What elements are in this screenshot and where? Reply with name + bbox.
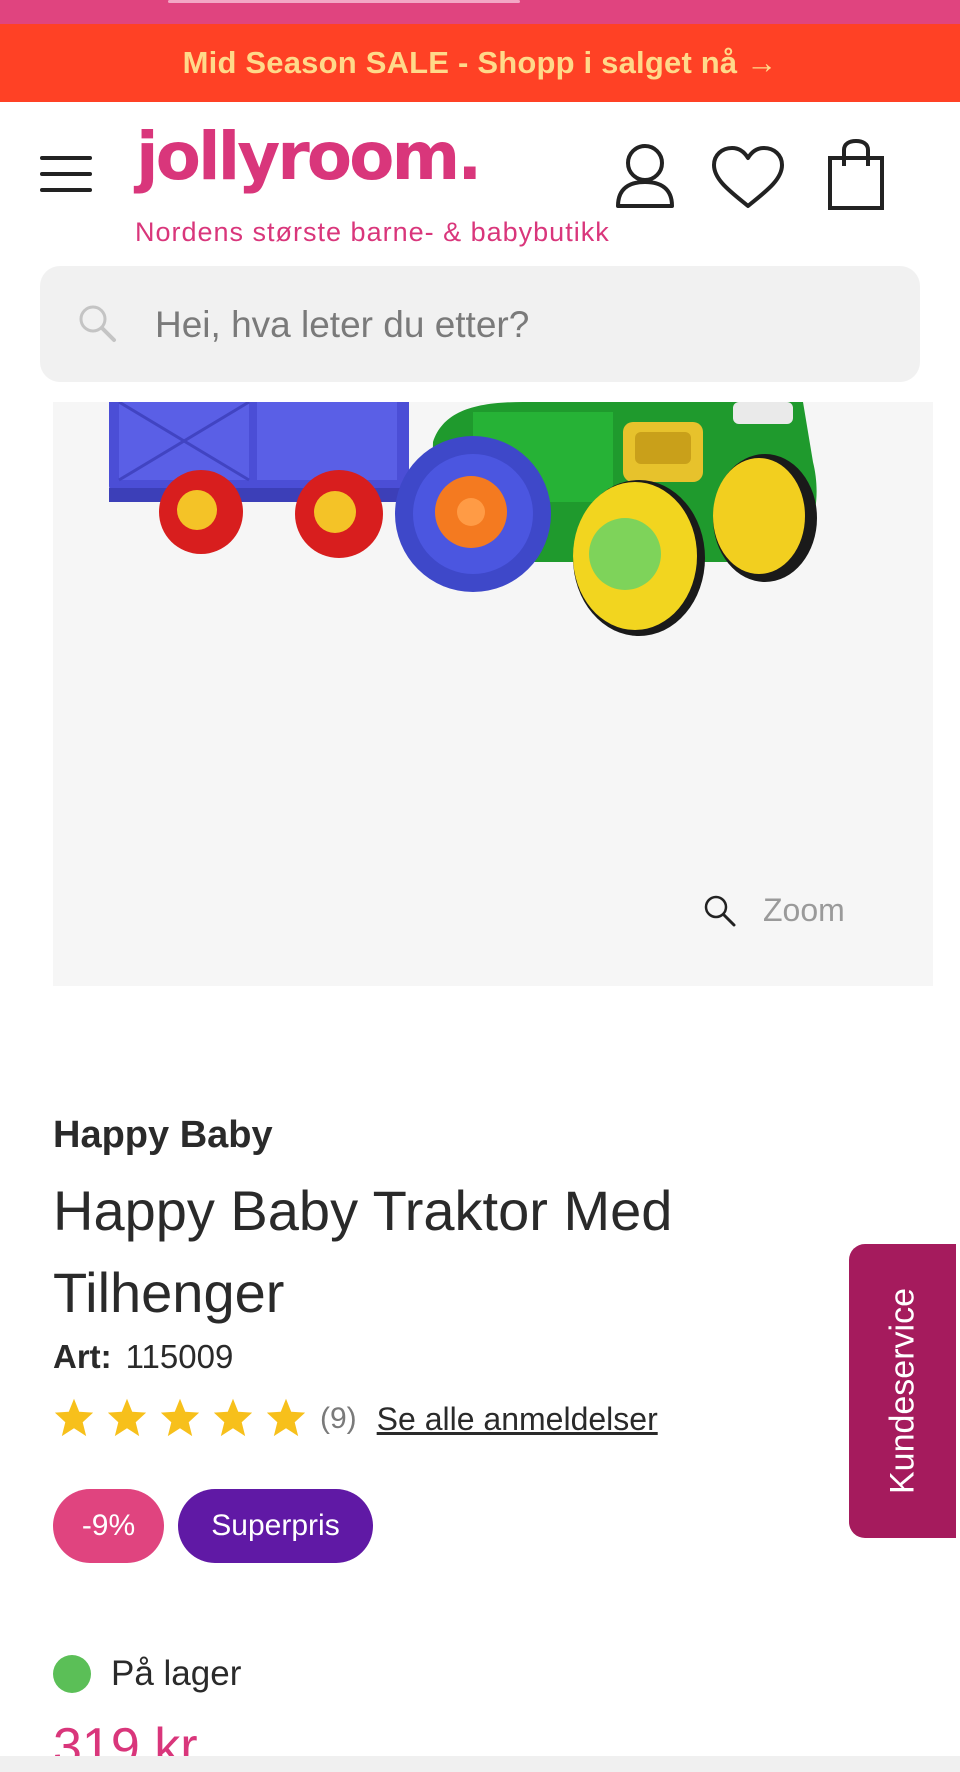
shopping-bag-icon[interactable]	[826, 138, 886, 212]
stock-label: På lager	[111, 1654, 242, 1693]
heart-icon[interactable]	[711, 146, 785, 210]
zoom-button[interactable]: Zoom	[703, 892, 845, 929]
kundeservice-tab[interactable]: Kundeservice	[849, 1244, 956, 1538]
bottom-edge	[0, 1756, 960, 1772]
top-strip	[0, 0, 960, 24]
star-icon	[54, 1398, 94, 1436]
stock-status: På lager	[53, 1654, 241, 1694]
site-header: jollyroom. Nordens største barne- & baby…	[0, 102, 960, 260]
search-placeholder: Hei, hva leter du etter?	[155, 304, 530, 345]
article-label: Art:	[53, 1338, 112, 1375]
see-all-reviews-link[interactable]: Se alle anmeldelser	[377, 1401, 658, 1438]
promo-text[interactable]: Mid Season SALE - Shopp i salget nå →	[183, 45, 778, 81]
product-price: 319 kr	[53, 1718, 198, 1756]
article-number: Art: 115009	[53, 1338, 233, 1376]
star-icon	[266, 1398, 306, 1436]
product-title: Happy Baby Traktor Med Tilhenger	[53, 1179, 673, 1324]
search-icon	[76, 302, 118, 349]
star-icon	[213, 1398, 253, 1436]
zoom-label: Zoom	[763, 892, 845, 928]
search-input[interactable]: Hei, hva leter du etter?	[40, 266, 920, 382]
promo-banner[interactable]: Mid Season SALE - Shopp i salget nå →	[0, 24, 960, 102]
logo[interactable]: jollyroom.	[136, 124, 482, 190]
zoom-icon	[704, 895, 736, 926]
product-image[interactable]: Zoom	[53, 402, 933, 986]
review-count: (9)	[320, 1402, 357, 1435]
menu-icon[interactable]	[40, 156, 96, 196]
discount-badge: -9%	[53, 1489, 164, 1563]
article-value: 115009	[125, 1338, 234, 1375]
star-icon	[160, 1398, 200, 1436]
tagline: Nordens største barne- & babybutikk	[135, 217, 610, 247]
rating-stars	[53, 1397, 318, 1442]
star-icon	[107, 1398, 147, 1436]
account-icon[interactable]	[614, 142, 676, 210]
product-badges: -9% Superpris	[53, 1489, 373, 1563]
product-rating: (9) Se alle anmeldelser	[53, 1396, 658, 1442]
superpris-badge: Superpris	[178, 1489, 373, 1563]
kundeservice-label: Kundeservice	[883, 1287, 921, 1495]
drag-handle	[168, 0, 520, 3]
product-brand[interactable]: Happy Baby	[53, 1114, 273, 1157]
in-stock-dot	[53, 1655, 91, 1693]
